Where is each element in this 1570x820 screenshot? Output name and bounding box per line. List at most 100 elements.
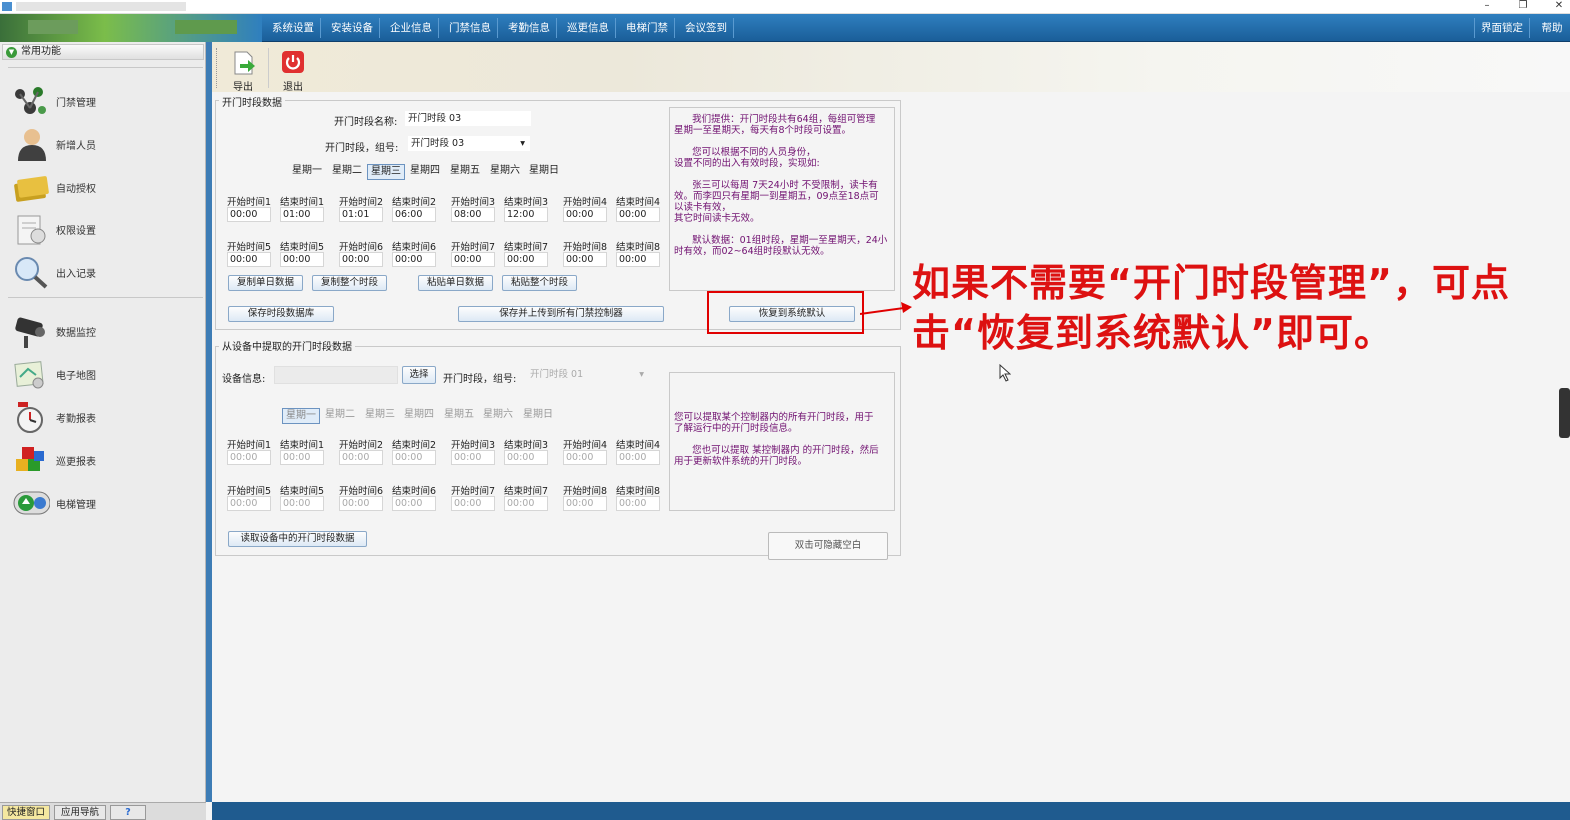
section2-row2-time-input-8[interactable]: 00:00 (616, 496, 660, 511)
section1-row1-time-input-4[interactable]: 06:00 (392, 207, 436, 222)
tab-quick-window[interactable]: 快捷窗口 (2, 805, 50, 820)
sidebar-item-data-monitor[interactable]: 数据监控 (12, 310, 192, 350)
section1-row1-time-input-8[interactable]: 00:00 (616, 207, 660, 222)
section2-row2-time-input-1[interactable]: 00:00 (227, 496, 271, 511)
read-device-periods-button[interactable]: 读取设备中的开门时段数据 (228, 531, 367, 547)
app-icon (2, 2, 12, 11)
section1-row1-time-input-2[interactable]: 01:00 (280, 207, 324, 222)
map-icon (14, 361, 44, 389)
sidebar-item-access-management[interactable]: 门禁管理 (12, 80, 192, 120)
save-database-button[interactable]: 保存时段数据库 (228, 306, 334, 322)
device-info-input[interactable] (274, 366, 398, 384)
copy-all-button[interactable]: 复制整个时段 (312, 275, 387, 291)
device-group-select[interactable]: 开门时段 01 ▾ (527, 367, 649, 382)
sidebar-header[interactable]: ▼ 常用功能 (2, 44, 204, 60)
sidebar-item-access-records[interactable]: 出入记录 (12, 251, 192, 291)
section1-row2-time-input-6[interactable]: 00:00 (504, 252, 548, 267)
section1-row1-time-input-5[interactable]: 08:00 (451, 207, 495, 222)
help-icon[interactable]: ? (110, 805, 146, 820)
s2-day-tab-1[interactable]: 星期一 (282, 408, 320, 424)
s2-day-tab-2[interactable]: 星期二 (321, 408, 359, 424)
section2-row1-time-input-7[interactable]: 00:00 (563, 450, 607, 465)
copy-day-button[interactable]: 复制单日数据 (228, 275, 303, 291)
section2-row1-time-input-1[interactable]: 00:00 (227, 450, 271, 465)
menu-meeting-signin[interactable]: 会议签到 (679, 18, 734, 38)
s1-day-tab-6[interactable]: 星期六 (486, 164, 524, 180)
s2-day-tab-3[interactable]: 星期三 (361, 408, 399, 424)
s2-day-tab-6[interactable]: 星期六 (479, 408, 517, 424)
section2-row1-time-input-3[interactable]: 00:00 (339, 450, 383, 465)
paste-all-button[interactable]: 粘贴整个时段 (502, 275, 577, 291)
section1-row2-time-input-2[interactable]: 00:00 (280, 252, 324, 267)
close-button[interactable]: ✕ (1550, 0, 1568, 14)
menu-access-info[interactable]: 门禁信息 (443, 18, 498, 38)
save-upload-button[interactable]: 保存并上传到所有门禁控制器 (458, 306, 664, 322)
section2-row2-time-input-6[interactable]: 00:00 (504, 496, 548, 511)
s1-day-tab-2[interactable]: 星期二 (328, 164, 366, 180)
menu-install-device[interactable]: 安装设备 (325, 18, 380, 38)
sidebar-item-attendance-report[interactable]: 考勤报表 (12, 396, 192, 436)
section1-row2-time-input-7[interactable]: 00:00 (563, 252, 607, 267)
paste-day-button[interactable]: 粘贴单日数据 (418, 275, 493, 291)
document-icon (17, 215, 46, 245)
section2-row2-time-input-3[interactable]: 00:00 (339, 496, 383, 511)
sidebar-item-permission-settings[interactable]: 权限设置 (12, 208, 192, 248)
tab-app-navigation[interactable]: 应用导航 (54, 805, 106, 820)
s2-day-tab-7[interactable]: 星期日 (519, 408, 557, 424)
section2-row1-time-input-2[interactable]: 00:00 (280, 450, 324, 465)
section1-row1-time-input-3[interactable]: 01:01 (339, 207, 383, 222)
section2-row1-time-input-5[interactable]: 00:00 (451, 450, 495, 465)
menu-attendance-info[interactable]: 考勤信息 (502, 18, 557, 38)
minimize-button[interactable]: – (1478, 0, 1496, 14)
section1-row1-time-input-7[interactable]: 00:00 (563, 207, 607, 222)
sidebar-item-elevator-management[interactable]: 电梯管理 (12, 482, 192, 522)
s2-day-tab-4[interactable]: 星期四 (400, 408, 438, 424)
sidebar-item-patrol-report[interactable]: 巡更报表 (12, 439, 192, 479)
network-icon (15, 87, 46, 114)
scrollbar-thumb[interactable] (1559, 388, 1570, 438)
exit-button[interactable]: 退出 (272, 46, 314, 93)
menu-elevator-access[interactable]: 电梯门禁 (620, 18, 675, 38)
section1-row1-time-input-6[interactable]: 12:00 (504, 207, 548, 222)
menu-lock-ui[interactable]: 界面锁定 (1474, 18, 1530, 38)
menu-help[interactable]: 帮助 (1534, 18, 1570, 38)
sidebar-item-add-person[interactable]: 新增人员 (12, 123, 192, 163)
section2-row1-time-input-8[interactable]: 00:00 (616, 450, 660, 465)
section2-row2-time-input-4[interactable]: 00:00 (392, 496, 436, 511)
power-icon (282, 51, 304, 73)
section2-row2-time-input-5[interactable]: 00:00 (451, 496, 495, 511)
s1-day-tab-4[interactable]: 星期四 (406, 164, 444, 180)
section2-row1-time-input-6[interactable]: 00:00 (504, 450, 548, 465)
hide-blank-button[interactable]: 双击可隐藏空白 (768, 532, 888, 560)
splitter[interactable] (206, 42, 212, 802)
menu-company-info[interactable]: 企业信息 (384, 18, 439, 38)
restore-button[interactable]: ❐ (1514, 0, 1532, 14)
section1-row2-label-8: 结束时间8 (616, 242, 661, 253)
sidebar-item-electronic-map[interactable]: 电子地图 (12, 353, 192, 393)
s1-day-tab-1[interactable]: 星期一 (288, 164, 326, 180)
elevator-icon (13, 491, 50, 515)
s1-day-tab-7[interactable]: 星期日 (525, 164, 563, 180)
sidebar-item-auto-authorize[interactable]: 自动授权 (12, 166, 192, 206)
section1-row2-time-input-3[interactable]: 00:00 (339, 252, 383, 267)
section1-row2-time-input-8[interactable]: 00:00 (616, 252, 660, 267)
clock-icon (17, 402, 43, 433)
section2-row2-label-3: 开始时间6 (339, 486, 384, 497)
s1-day-tab-3[interactable]: 星期三 (367, 164, 405, 180)
menu-system-settings[interactable]: 系统设置 (266, 18, 321, 38)
select-device-button[interactable]: 选择 (402, 366, 436, 384)
section1-row2-time-input-1[interactable]: 00:00 (227, 252, 271, 267)
menu-patrol-info[interactable]: 巡更信息 (561, 18, 616, 38)
section1-row2-time-input-4[interactable]: 00:00 (392, 252, 436, 267)
section2-row2-time-input-2[interactable]: 00:00 (280, 496, 324, 511)
section1-row1-label-2: 结束时间1 (280, 197, 325, 208)
section1-row1-time-input-1[interactable]: 00:00 (227, 207, 271, 222)
s1-day-tab-5[interactable]: 星期五 (446, 164, 484, 180)
section2-row1-time-input-4[interactable]: 00:00 (392, 450, 436, 465)
section1-row2-time-input-5[interactable]: 00:00 (451, 252, 495, 267)
period-name-input[interactable]: 开门时段 03 (405, 111, 531, 126)
section2-row2-time-input-7[interactable]: 00:00 (563, 496, 607, 511)
s2-day-tab-5[interactable]: 星期五 (440, 408, 478, 424)
export-button[interactable]: 导出 (222, 46, 264, 93)
period-group-select[interactable]: 开门时段 03 ▾ (408, 136, 530, 151)
